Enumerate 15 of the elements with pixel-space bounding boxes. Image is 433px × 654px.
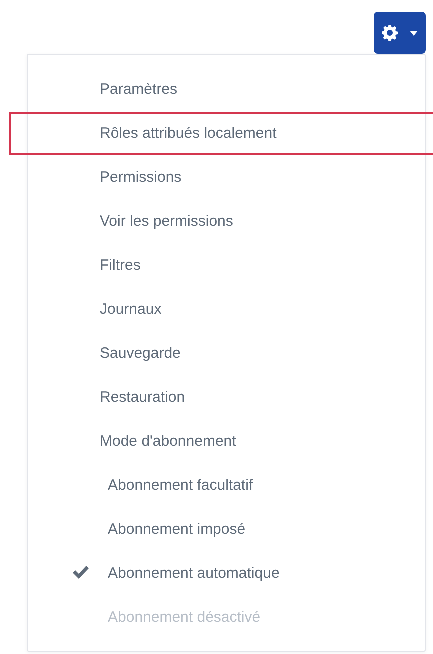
- menu-item[interactable]: Filtres: [100, 256, 141, 274]
- menu-item[interactable]: Mode d'abonnement: [100, 432, 236, 450]
- menu-item[interactable]: Restauration: [100, 388, 186, 406]
- menu-item[interactable]: Abonnement automatique: [108, 564, 280, 582]
- menu-item[interactable]: Sauvegarde: [100, 344, 181, 362]
- menu-item[interactable]: Journaux: [100, 300, 162, 318]
- settings-button[interactable]: [374, 12, 426, 54]
- menu-item[interactable]: Abonnement imposé: [108, 520, 246, 538]
- menu-item[interactable]: Permissions: [100, 168, 182, 186]
- menu-item[interactable]: Paramètres: [100, 80, 178, 98]
- settings-icon: [382, 25, 398, 41]
- menu-item[interactable]: Voir les permissions: [100, 212, 234, 230]
- caret-icon: [410, 30, 418, 36]
- menu-item[interactable]: Rôles attribués localement: [100, 124, 277, 142]
- menu-item[interactable]: Abonnement facultatif: [108, 476, 254, 494]
